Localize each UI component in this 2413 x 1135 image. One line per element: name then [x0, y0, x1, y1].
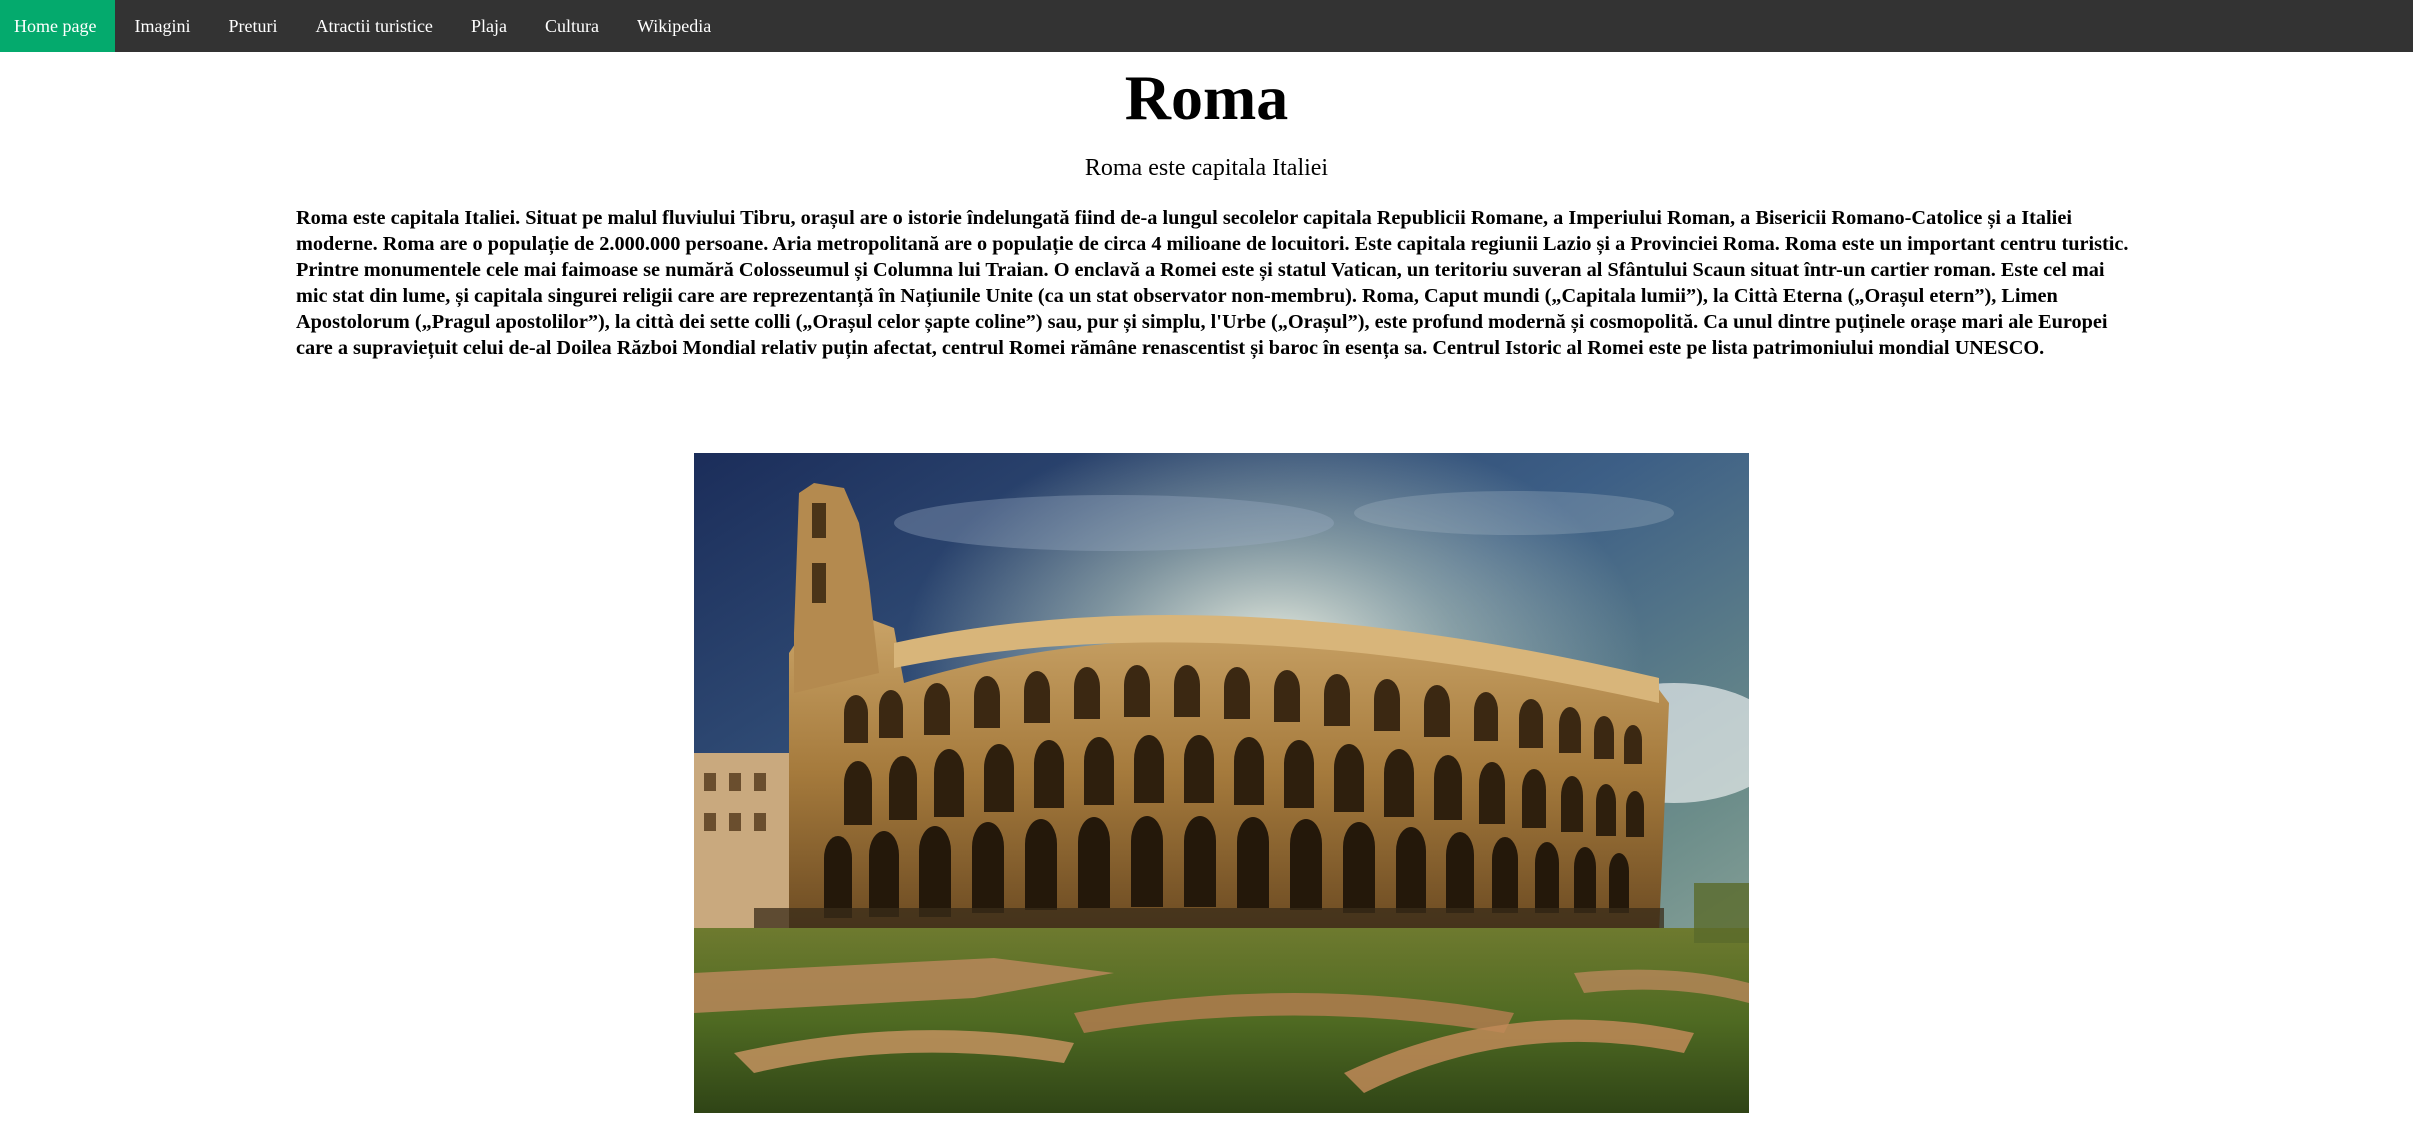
nav-imagini[interactable]: Imagini: [115, 0, 209, 52]
top-navigation-bar: Home page Imagini Preturi Atractii turis…: [0, 0, 2413, 52]
nav-preturi[interactable]: Preturi: [209, 0, 296, 52]
nav-plaja[interactable]: Plaja: [452, 0, 526, 52]
page-subtitle: Roma este capitala Italiei: [1084, 155, 1329, 181]
nav-wikipedia[interactable]: Wikipedia: [618, 0, 730, 52]
nav-atractii-turistice[interactable]: Atractii turistice: [296, 0, 451, 52]
description-paragraph: Roma este capitala Italiei. Situat pe ma…: [296, 207, 2129, 359]
colosseum-image: [694, 453, 1749, 1113]
nav-home-page[interactable]: Home page: [0, 0, 116, 52]
page-title: Roma: [1124, 62, 1289, 133]
nav-cultura[interactable]: Cultura: [526, 0, 618, 52]
